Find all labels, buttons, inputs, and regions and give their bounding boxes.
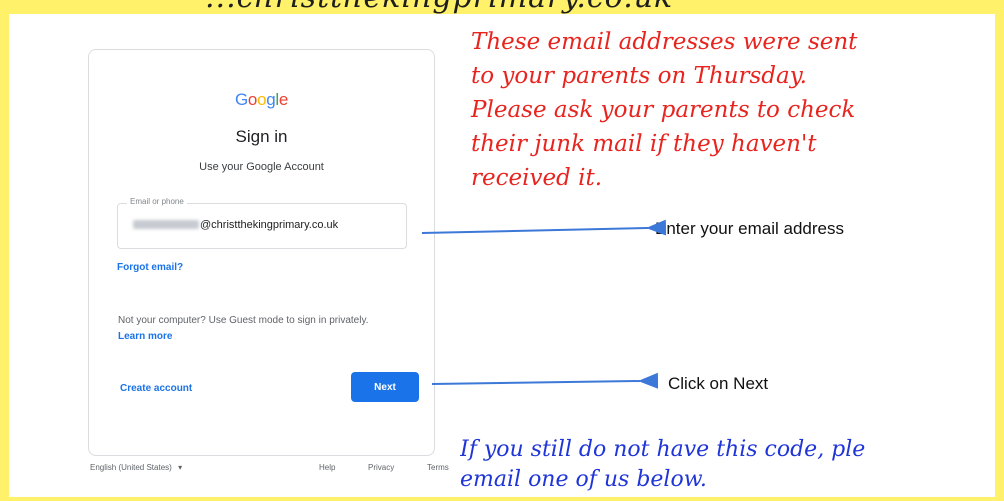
annotation-arrows xyxy=(421,219,667,389)
arrow-left-icon xyxy=(431,372,659,389)
arrow-left-icon xyxy=(421,219,667,236)
